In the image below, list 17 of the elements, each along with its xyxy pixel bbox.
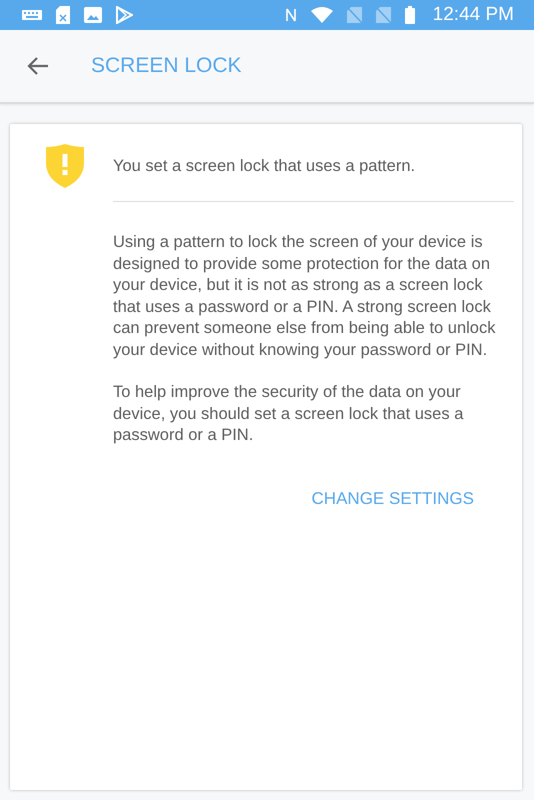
change-settings-button[interactable]: CHANGE SETTINGS (312, 484, 474, 512)
warning-shield-icon (46, 144, 84, 188)
no-sim-icon (346, 7, 362, 23)
nfc-icon (284, 7, 297, 23)
screen-title: SCREEN LOCK (91, 54, 242, 78)
keyboard-icon (22, 10, 42, 20)
warning-paragraph: Using a pattern to lock the screen of your device is designed to provide some protection for the data on your device, but it is not as strong as a screen lock that uses a password or a PIN. A strong screen lock can prevent someone else from being able to unlock your device without knowing your password or PIN. (113, 232, 496, 360)
no-sim-icon (376, 7, 391, 23)
warning-heading: You set a screen lock that uses a pattern. (113, 156, 416, 176)
sim-card-icon (56, 6, 70, 24)
play-store-icon (116, 6, 133, 24)
warning-paragraph: To help improve the security of the data on your device, you should set a screen lock that uses a password or a PIN. (113, 382, 464, 446)
back-arrow-icon (27, 57, 49, 75)
status-time: 12:44 PM (432, 4, 514, 26)
wifi-icon (310, 7, 333, 23)
image-icon (84, 7, 102, 23)
battery-icon (404, 6, 415, 24)
